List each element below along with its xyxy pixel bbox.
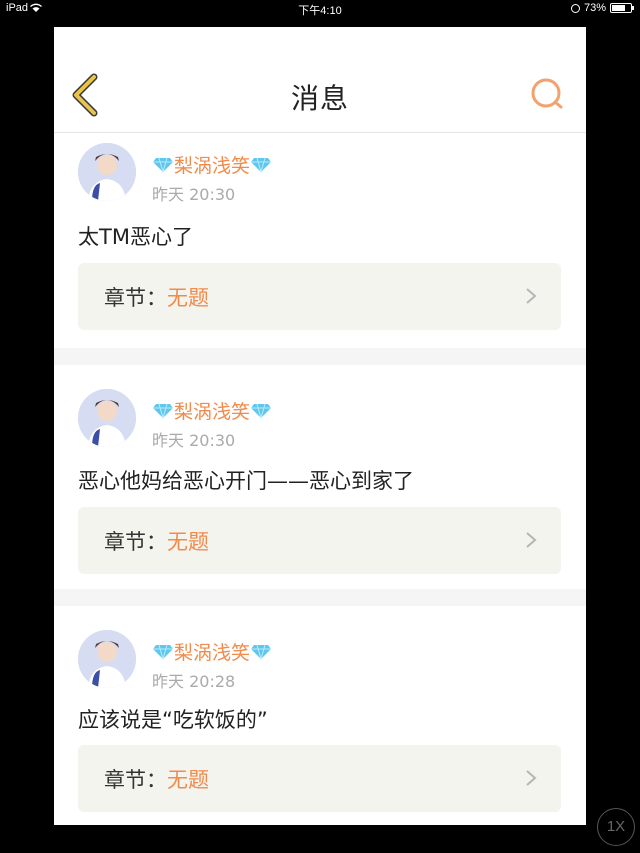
timestamp: 昨天 20:30: [152, 431, 236, 450]
chapter-label: 章节：: [104, 285, 167, 310]
timestamp: 昨天 20:28: [152, 672, 236, 691]
chevron-right-icon: [526, 770, 537, 786]
nav-bar: 消息: [54, 27, 586, 133]
status-bar: iPad 下午4:10 73%: [0, 0, 640, 18]
rotation-lock-icon: [570, 3, 580, 13]
message-item: 梨涡浅笑 昨天 20:28 应该说是“吃软饭的” 章节： 无题: [54, 606, 586, 825]
divider: [54, 589, 586, 606]
search-icon[interactable]: [530, 77, 564, 111]
message-item: 梨涡浅笑 昨天 20:30 恶心他妈给恶心开门——恶心到家了 章节： 无题: [54, 365, 586, 589]
battery-percent: 73%: [583, 2, 606, 14]
chapter-value: 无题: [167, 285, 209, 310]
chapter-link[interactable]: 章节： 无题: [78, 263, 561, 330]
message-item: 梨涡浅笑 昨天 20:30 太TM恶心了 章节： 无题: [54, 133, 586, 348]
zoom-button[interactable]: 1X: [597, 808, 635, 846]
app-window: 消息 梨涡浅笑 昨天 20:30 太TM恶心了 章节： 无题 梨涡浅笑 昨天 2…: [54, 27, 586, 825]
message-text: 应该说是“吃软饭的”: [78, 708, 268, 732]
username-text: 梨涡浅笑: [174, 642, 251, 664]
username[interactable]: 梨涡浅笑: [152, 397, 272, 424]
diamond-icon: [153, 403, 173, 419]
timestamp: 昨天 20:30: [152, 185, 236, 204]
chapter-link[interactable]: 章节： 无题: [78, 507, 561, 574]
message-text: 太TM恶心了: [78, 225, 193, 249]
diamond-icon: [153, 644, 173, 660]
chevron-right-icon: [526, 532, 537, 548]
avatar[interactable]: [78, 630, 136, 688]
username-text: 梨涡浅笑: [174, 401, 251, 423]
diamond-icon: [251, 157, 272, 173]
chapter-label: 章节：: [104, 529, 167, 554]
chapter-value: 无题: [167, 529, 209, 554]
avatar[interactable]: [78, 389, 136, 447]
username[interactable]: 梨涡浅笑: [152, 638, 272, 665]
chapter-link[interactable]: 章节： 无题: [78, 745, 561, 812]
chapter-label: 章节：: [104, 767, 167, 792]
chapter-value: 无题: [167, 767, 209, 792]
diamond-icon: [251, 644, 272, 660]
username-text: 梨涡浅笑: [174, 155, 251, 177]
diamond-icon: [153, 157, 173, 173]
message-text: 恶心他妈给恶心开门——恶心到家了: [78, 469, 414, 493]
page-title: 消息: [290, 82, 349, 115]
divider: [54, 348, 586, 365]
message-list: 梨涡浅笑 昨天 20:30 太TM恶心了 章节： 无题 梨涡浅笑 昨天 20:3…: [54, 133, 586, 825]
chevron-right-icon: [526, 288, 537, 304]
status-time: 下午4:10: [298, 5, 342, 17]
avatar[interactable]: [78, 143, 136, 201]
battery-icon: [610, 3, 634, 13]
username[interactable]: 梨涡浅笑: [152, 151, 272, 178]
diamond-icon: [251, 403, 272, 419]
